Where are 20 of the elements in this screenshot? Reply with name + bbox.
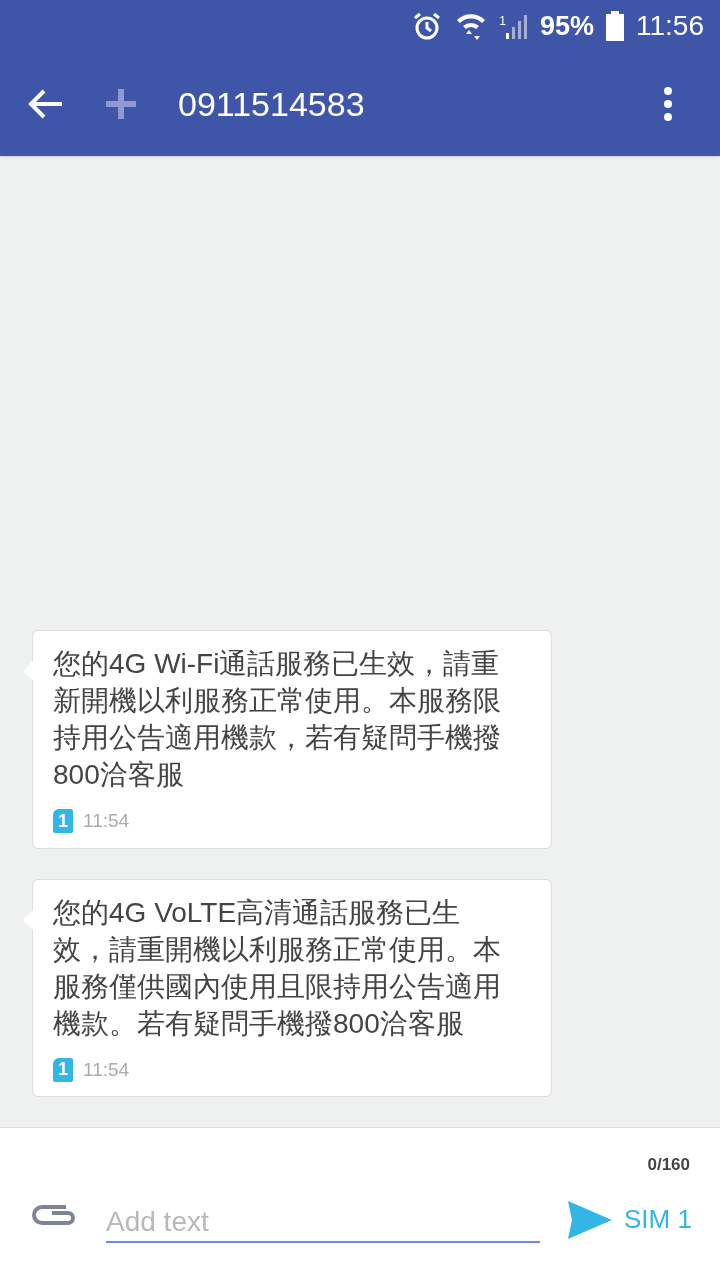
sim-badge: 1	[53, 1057, 73, 1082]
plus-icon	[106, 89, 136, 119]
recipient-number: 0911514583	[178, 83, 365, 125]
back-arrow-icon	[28, 88, 64, 120]
character-counter: 0/160	[647, 1154, 690, 1176]
sim-badge: 1	[53, 809, 73, 834]
sim-number: 1	[499, 15, 506, 27]
send-button[interactable]: SIM 1	[568, 1200, 692, 1239]
battery-percent: 95%	[539, 9, 594, 43]
add-contact-button[interactable]	[104, 87, 138, 121]
message-time: 11:54	[83, 1057, 130, 1082]
clock-time: 11:56	[636, 9, 704, 43]
signal-icon	[505, 13, 528, 39]
battery-icon	[606, 11, 624, 41]
more-vertical-icon	[663, 86, 673, 122]
message-input-field[interactable]: Add text	[106, 1203, 540, 1243]
message-time: 11:54	[83, 809, 130, 833]
message-text: 您的4G Wi-Fi通話服務已生效，請重新開機以利服務正常使用。本服務限持用公告適用機款，若有疑問手機撥800洽客服	[53, 647, 502, 792]
send-icon	[568, 1200, 612, 1239]
message-text: 您的4G VoLTE高清通話服務已生效，請重開機以利服務正常使用。本服務僅供國內使用且限持用公告適用機款。若有疑問手機撥800洽客服	[53, 895, 502, 1041]
